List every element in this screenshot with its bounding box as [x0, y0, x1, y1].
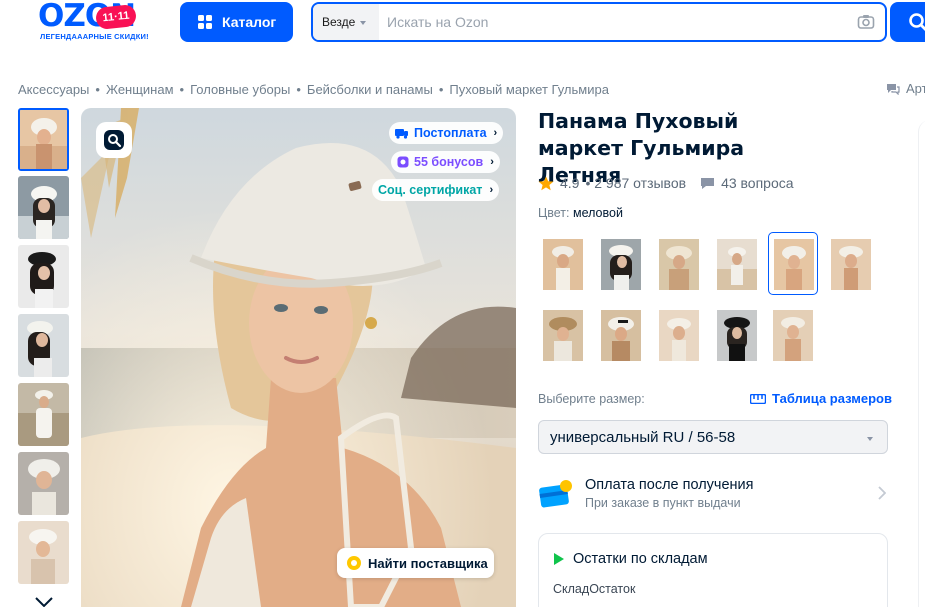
- color-swatch[interactable]: [768, 304, 818, 367]
- card-icon: [539, 480, 572, 508]
- chevron-down-icon: [360, 21, 367, 25]
- catalog-button[interactable]: Каталог: [180, 2, 293, 42]
- bonus-label: 55 бонусов: [414, 155, 484, 169]
- article-copy[interactable]: Арт: [886, 81, 925, 96]
- stock-column-warehouse: Склад: [553, 582, 590, 596]
- search-button[interactable]: [890, 2, 925, 42]
- chevron-right-icon: ›: [493, 127, 498, 139]
- color-swatch[interactable]: [596, 304, 646, 367]
- search-bar: Везде: [311, 2, 887, 42]
- thumbnail-item[interactable]: [18, 176, 69, 239]
- logo-subtitle: ЛЕГЕНДАААРНЫЕ СКИДКИ!: [40, 32, 149, 41]
- breadcrumb-item[interactable]: Бейсболки и панамы: [307, 82, 433, 97]
- breadcrumb-separator: •: [296, 82, 301, 97]
- postpay-badge[interactable]: Постоплата ›: [389, 122, 504, 144]
- stock-title-row: Остатки по складам: [553, 551, 708, 567]
- color-swatch[interactable]: [654, 233, 704, 296]
- size-label: Выберите размер:: [538, 392, 645, 406]
- article-label: Арт: [906, 81, 925, 96]
- color-swatch[interactable]: [826, 233, 876, 296]
- color-caption: Цвет:: [538, 206, 570, 220]
- chat-icon: [887, 83, 900, 95]
- ruler-icon: [750, 393, 766, 404]
- supplier-icon: [347, 556, 361, 570]
- stock-table-header: СкладОстаток: [553, 582, 635, 596]
- chevron-down-icon: [867, 437, 873, 441]
- questions-link[interactable]: 43 вопроса: [700, 175, 794, 191]
- image-search-icon: [104, 130, 124, 150]
- chevron-right-icon: [878, 486, 886, 500]
- rating-value: 4.9: [560, 175, 580, 191]
- chevron-right-icon: ›: [490, 156, 494, 168]
- breadcrumb-separator: •: [95, 82, 100, 97]
- breadcrumb-item[interactable]: Женщинам: [106, 82, 174, 97]
- thumbnail-item[interactable]: [18, 108, 69, 171]
- thumbnail-item[interactable]: [18, 521, 69, 584]
- search-scope-dropdown[interactable]: Везде: [313, 4, 379, 40]
- breadcrumb-item[interactable]: Пуховый маркет Гульмира: [449, 82, 609, 97]
- certificate-label: Соц. сертификат: [378, 183, 483, 197]
- play-icon: [554, 553, 564, 565]
- truck-icon: [395, 129, 408, 139]
- find-supplier-button[interactable]: Найти поставщика: [337, 548, 494, 578]
- postpay-label: Постоплата: [414, 126, 487, 140]
- color-label: Цвет: меловой: [538, 206, 623, 220]
- breadcrumb-item[interactable]: Аксессуары: [18, 82, 89, 97]
- thumbnail-item[interactable]: [18, 452, 69, 515]
- color-swatch[interactable]: [596, 233, 646, 296]
- search-input[interactable]: [385, 4, 825, 40]
- search-icon: [909, 13, 925, 31]
- image-search-button[interactable]: [96, 122, 132, 158]
- size-select-value: универсальный RU / 56-58: [550, 428, 736, 446]
- certificate-badge[interactable]: Соц. сертификат ›: [372, 179, 500, 201]
- stock-column-stock: Остаток: [589, 582, 636, 596]
- questions-count: 43 вопроса: [721, 175, 794, 191]
- breadcrumb-item[interactable]: Головные уборы: [190, 82, 290, 97]
- thumbnail-item[interactable]: [18, 383, 69, 446]
- breadcrumb-separator: •: [438, 82, 444, 97]
- stock-card: Остатки по складам СкладОстаток: [538, 533, 888, 607]
- search-scope-label: Везде: [322, 15, 356, 29]
- color-swatch-selected[interactable]: [768, 232, 818, 295]
- color-swatch[interactable]: [654, 304, 704, 367]
- rating-row: 4.9 • 2 987 отзывов 43 вопроса: [538, 175, 794, 191]
- thumbnail-item[interactable]: [18, 245, 69, 308]
- catalog-label: Каталог: [222, 14, 277, 30]
- size-table-label: Таблица размеров: [772, 391, 892, 406]
- ozon-logo[interactable]: OZON 11·11 ЛЕГЕНДАААРНЫЕ СКИДКИ!: [38, 0, 160, 44]
- grid-icon: [198, 15, 212, 29]
- bonus-icon: [397, 156, 409, 168]
- side-panel-edge: [918, 120, 925, 607]
- color-swatch[interactable]: [538, 233, 588, 296]
- color-swatch[interactable]: [712, 304, 762, 367]
- postpay-title: Оплата после получения: [585, 477, 754, 493]
- color-value: меловой: [572, 206, 623, 220]
- chevron-down-icon[interactable]: [34, 596, 54, 607]
- reviews-link[interactable]: • 2 987 отзывов: [585, 175, 686, 191]
- find-supplier-label: Найти поставщика: [368, 555, 488, 571]
- color-swatch[interactable]: [712, 233, 762, 296]
- size-table-link[interactable]: Таблица размеров: [750, 391, 892, 406]
- color-swatch[interactable]: [538, 304, 588, 367]
- breadcrumb-separator: •: [179, 82, 185, 97]
- stock-title: Остатки по складам: [573, 551, 708, 567]
- postpay-subtitle: При заказе в пункт выдачи: [585, 496, 741, 510]
- breadcrumb: Аксессуары • Женщинам • Головные уборы •…: [18, 82, 609, 97]
- size-select[interactable]: универсальный RU / 56-58: [538, 420, 888, 454]
- star-icon: [538, 176, 554, 190]
- bonus-badge[interactable]: 55 бонусов ›: [391, 151, 500, 173]
- chevron-right-icon: ›: [489, 184, 494, 196]
- thumbnail-item[interactable]: [18, 314, 69, 377]
- chat-icon: [701, 177, 715, 189]
- camera-icon[interactable]: [857, 13, 875, 31]
- postpay-info-row[interactable]: Оплата после получения При заказе в пунк…: [538, 476, 888, 516]
